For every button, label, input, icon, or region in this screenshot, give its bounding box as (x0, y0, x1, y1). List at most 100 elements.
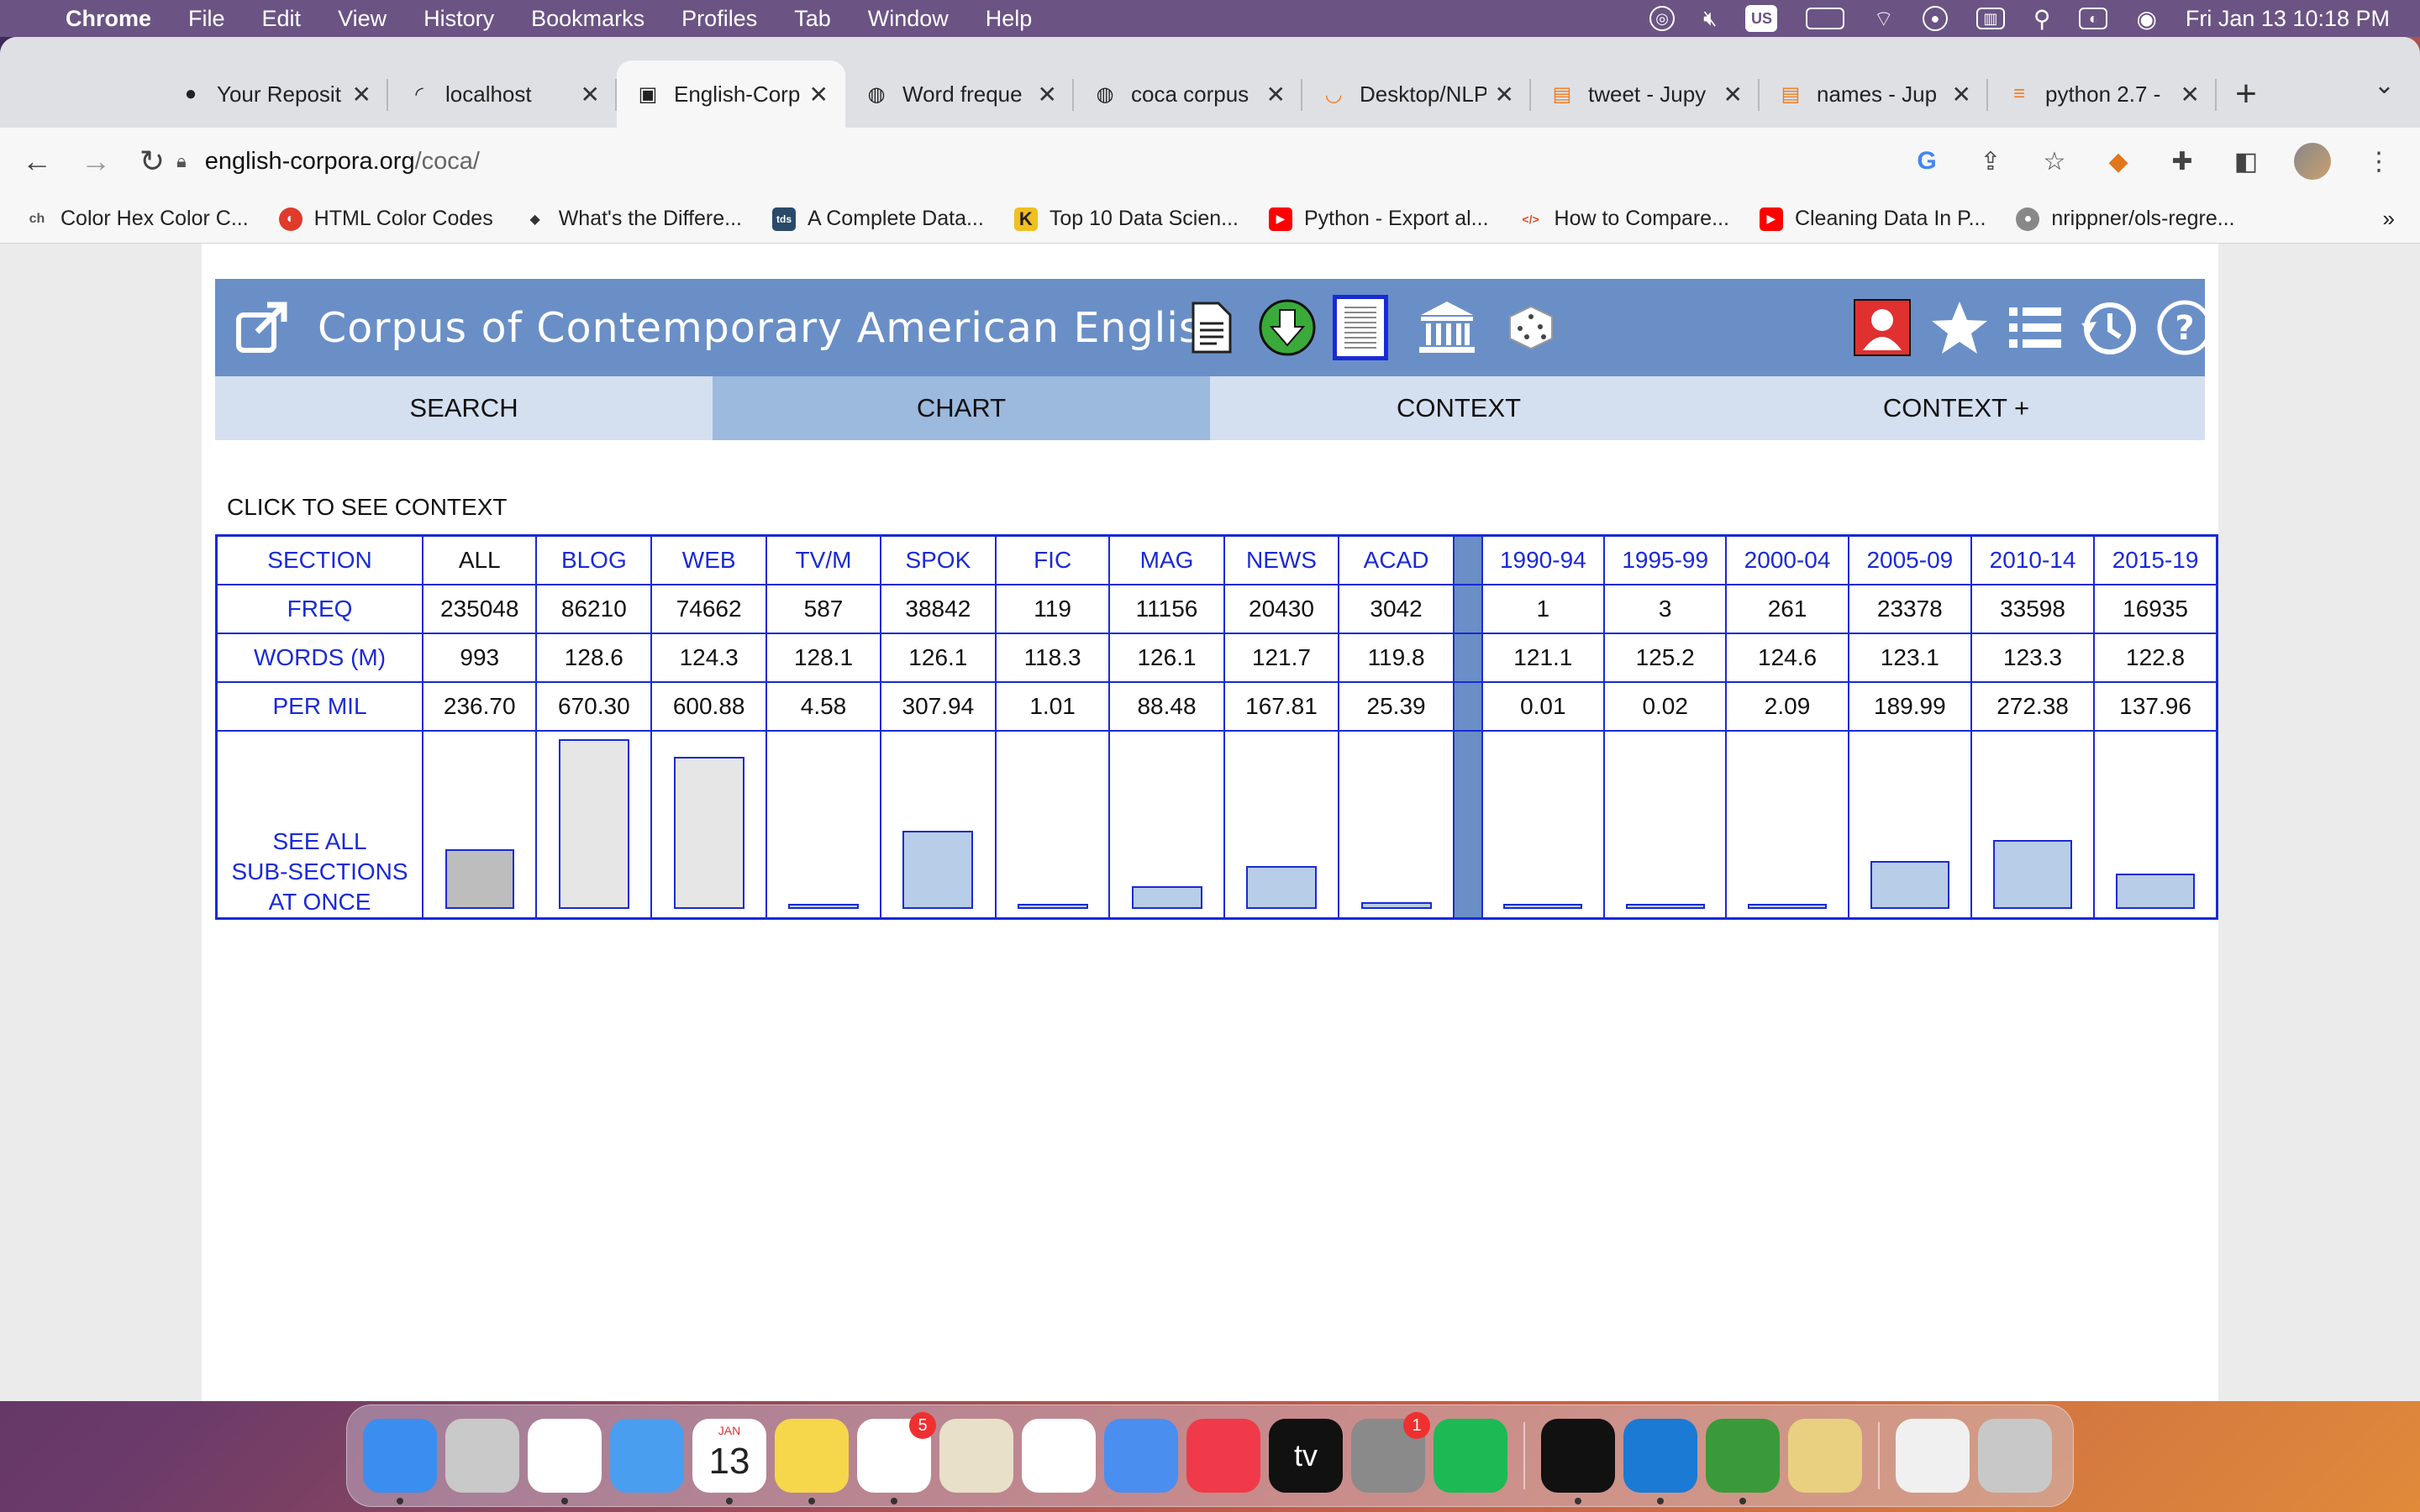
notes-icon[interactable] (775, 1419, 849, 1504)
section-header-cell[interactable]: ACAD (1338, 534, 1455, 585)
chart-bar[interactable] (2116, 874, 2196, 909)
section-header-cell[interactable]: 2015-19 (2093, 534, 2218, 585)
section-header-cell[interactable]: NEWS (1223, 534, 1340, 585)
bookmark-item[interactable]: ch Color Hex Color C... (25, 207, 249, 231)
bar-cell[interactable] (1847, 729, 1972, 920)
preview-icon[interactable] (939, 1419, 1013, 1493)
bookmark-star-icon[interactable]: ☆ (2039, 147, 2070, 176)
terminal-icon[interactable] (1541, 1419, 1615, 1504)
menu-view[interactable]: View (338, 6, 387, 32)
chrome-icon[interactable] (528, 1419, 602, 1504)
calendar-icon[interactable]: JAN 13 (692, 1419, 766, 1504)
bookmark-item[interactable]: ◆ What's the Differe... (523, 207, 742, 231)
new-tab-button[interactable]: + (2217, 60, 2275, 128)
chart-bar[interactable] (1870, 861, 1949, 909)
chart-bar[interactable] (558, 739, 629, 909)
close-tab-icon[interactable]: ✕ (1266, 81, 1286, 108)
freq-cell[interactable]: 1 (1481, 583, 1606, 634)
menu-edit[interactable]: Edit (262, 6, 302, 32)
bar-cell[interactable] (1603, 729, 1728, 920)
memory-icon[interactable]: ▥ (1975, 8, 2005, 29)
launchpad-icon[interactable] (445, 1419, 519, 1493)
close-tab-icon[interactable]: ✕ (1038, 81, 1057, 108)
freq-cell[interactable]: 235048 (422, 583, 538, 634)
tab-your-repositories[interactable]: ● Your Reposit ✕ (160, 60, 388, 128)
bar-cell[interactable] (1970, 729, 2096, 920)
bar-cell[interactable] (879, 729, 997, 920)
input-source-badge[interactable]: US (1745, 5, 1778, 32)
trash-icon[interactable] (1978, 1419, 2052, 1493)
freq-cell[interactable]: 3042 (1338, 583, 1455, 634)
mute-icon[interactable]: 🔇︎ (1703, 5, 1717, 32)
close-tab-icon[interactable]: ✕ (352, 81, 371, 108)
download-icon[interactable] (1257, 297, 1318, 358)
external-link-icon[interactable] (234, 300, 289, 355)
chart-bar[interactable] (1625, 904, 1705, 909)
close-tab-icon[interactable]: ✕ (809, 81, 829, 108)
museum-icon[interactable] (1417, 297, 1477, 358)
list-icon[interactable] (2005, 297, 2065, 358)
keynote-icon[interactable] (1104, 1419, 1178, 1493)
close-tab-icon[interactable]: ✕ (581, 81, 600, 108)
menu-profiles[interactable]: Profiles (681, 6, 757, 32)
bar-cell[interactable] (1481, 729, 1606, 920)
bookmark-item[interactable]: ▶ Python - Export al... (1268, 207, 1489, 231)
chart-bar[interactable] (902, 831, 974, 909)
close-tab-icon[interactable]: ✕ (1952, 81, 1971, 108)
music-icon[interactable] (1186, 1419, 1260, 1493)
menu-tab[interactable]: Tab (794, 6, 831, 32)
see-all-subsections-link[interactable]: SEE ALL SUB-SECTIONS AT ONCE (215, 729, 424, 920)
freq-cell[interactable]: 11156 (1108, 583, 1225, 634)
bar-cell[interactable] (1725, 729, 1849, 920)
menu-history[interactable]: History (424, 6, 494, 32)
section-header-cell[interactable]: TV/M (765, 534, 881, 585)
more-menu-icon[interactable]: ⋮ (2363, 147, 2395, 176)
chart-bar[interactable] (1748, 904, 1828, 909)
reminders-icon[interactable]: 5 (857, 1412, 936, 1504)
section-header-cell[interactable]: WEB (650, 534, 768, 585)
menu-file[interactable]: File (188, 6, 225, 32)
tab-context[interactable]: CONTEXT (1210, 376, 1707, 440)
bookmark-item[interactable]: K Top 10 Data Scien... (1013, 207, 1239, 231)
user-icon[interactable]: ● (1922, 6, 1948, 31)
dice-icon[interactable] (1501, 297, 1561, 358)
bar-cell[interactable] (535, 729, 653, 920)
section-header-cell[interactable]: 2000-04 (1725, 534, 1849, 585)
tab-names-jupyter[interactable]: ▤ names - Jup ✕ (1760, 60, 1988, 128)
section-header-cell[interactable]: MAG (1108, 534, 1225, 585)
section-header-cell[interactable]: 2005-09 (1847, 534, 1972, 585)
freq-cell[interactable]: 23378 (1847, 583, 1972, 634)
back-button[interactable]: ← (22, 144, 52, 179)
tab-tweet-jupyter[interactable]: ▤ tweet - Jupy ✕ (1531, 60, 1760, 128)
tab-word-frequency[interactable]: ◍ Word freque ✕ (845, 60, 1074, 128)
freq-cell[interactable]: 119 (994, 583, 1111, 634)
chart-bar[interactable] (1131, 886, 1202, 909)
bookmarks-overflow-icon[interactable]: » (2383, 206, 2395, 232)
chart-bar[interactable] (788, 904, 859, 909)
reload-button[interactable]: ↻ (139, 144, 165, 179)
freq-cell[interactable]: 86210 (535, 583, 653, 634)
bookmark-item[interactable]: ● nrippner/ols-regre... (2016, 207, 2235, 231)
bar-cell[interactable] (422, 729, 538, 920)
chart-bar[interactable] (673, 757, 744, 909)
mail-icon[interactable] (610, 1419, 684, 1493)
chart-bar[interactable] (1245, 866, 1317, 909)
vscode-icon[interactable] (1623, 1419, 1697, 1504)
tab-coca-corpus[interactable]: ◍ coca corpus ✕ (1074, 60, 1302, 128)
menu-help[interactable]: Help (986, 6, 1033, 32)
system-preferences-icon[interactable]: 1 (1351, 1412, 1430, 1493)
tab-desktop-nlp[interactable]: ◡ Desktop/NLP ✕ (1302, 60, 1531, 128)
help-icon[interactable]: ? (2154, 297, 2215, 358)
bookmark-item[interactable]: ◐ HTML Color Codes (278, 207, 493, 231)
photos-icon[interactable] (1022, 1419, 1096, 1493)
menu-app-name[interactable]: Chrome (66, 6, 151, 32)
document-icon[interactable] (1181, 297, 1242, 358)
history-icon[interactable] (2079, 297, 2139, 358)
creative-cloud-icon[interactable]: ◎ (1649, 6, 1676, 31)
bar-cell[interactable] (1108, 729, 1225, 920)
chart-bar[interactable] (1993, 840, 2073, 909)
freq-cell[interactable]: 587 (765, 583, 881, 634)
freq-cell[interactable]: 38842 (879, 583, 997, 634)
tab-english-corpora[interactable]: ▣ English-Corp ✕ (617, 60, 845, 128)
chart-bar[interactable] (1503, 904, 1583, 909)
